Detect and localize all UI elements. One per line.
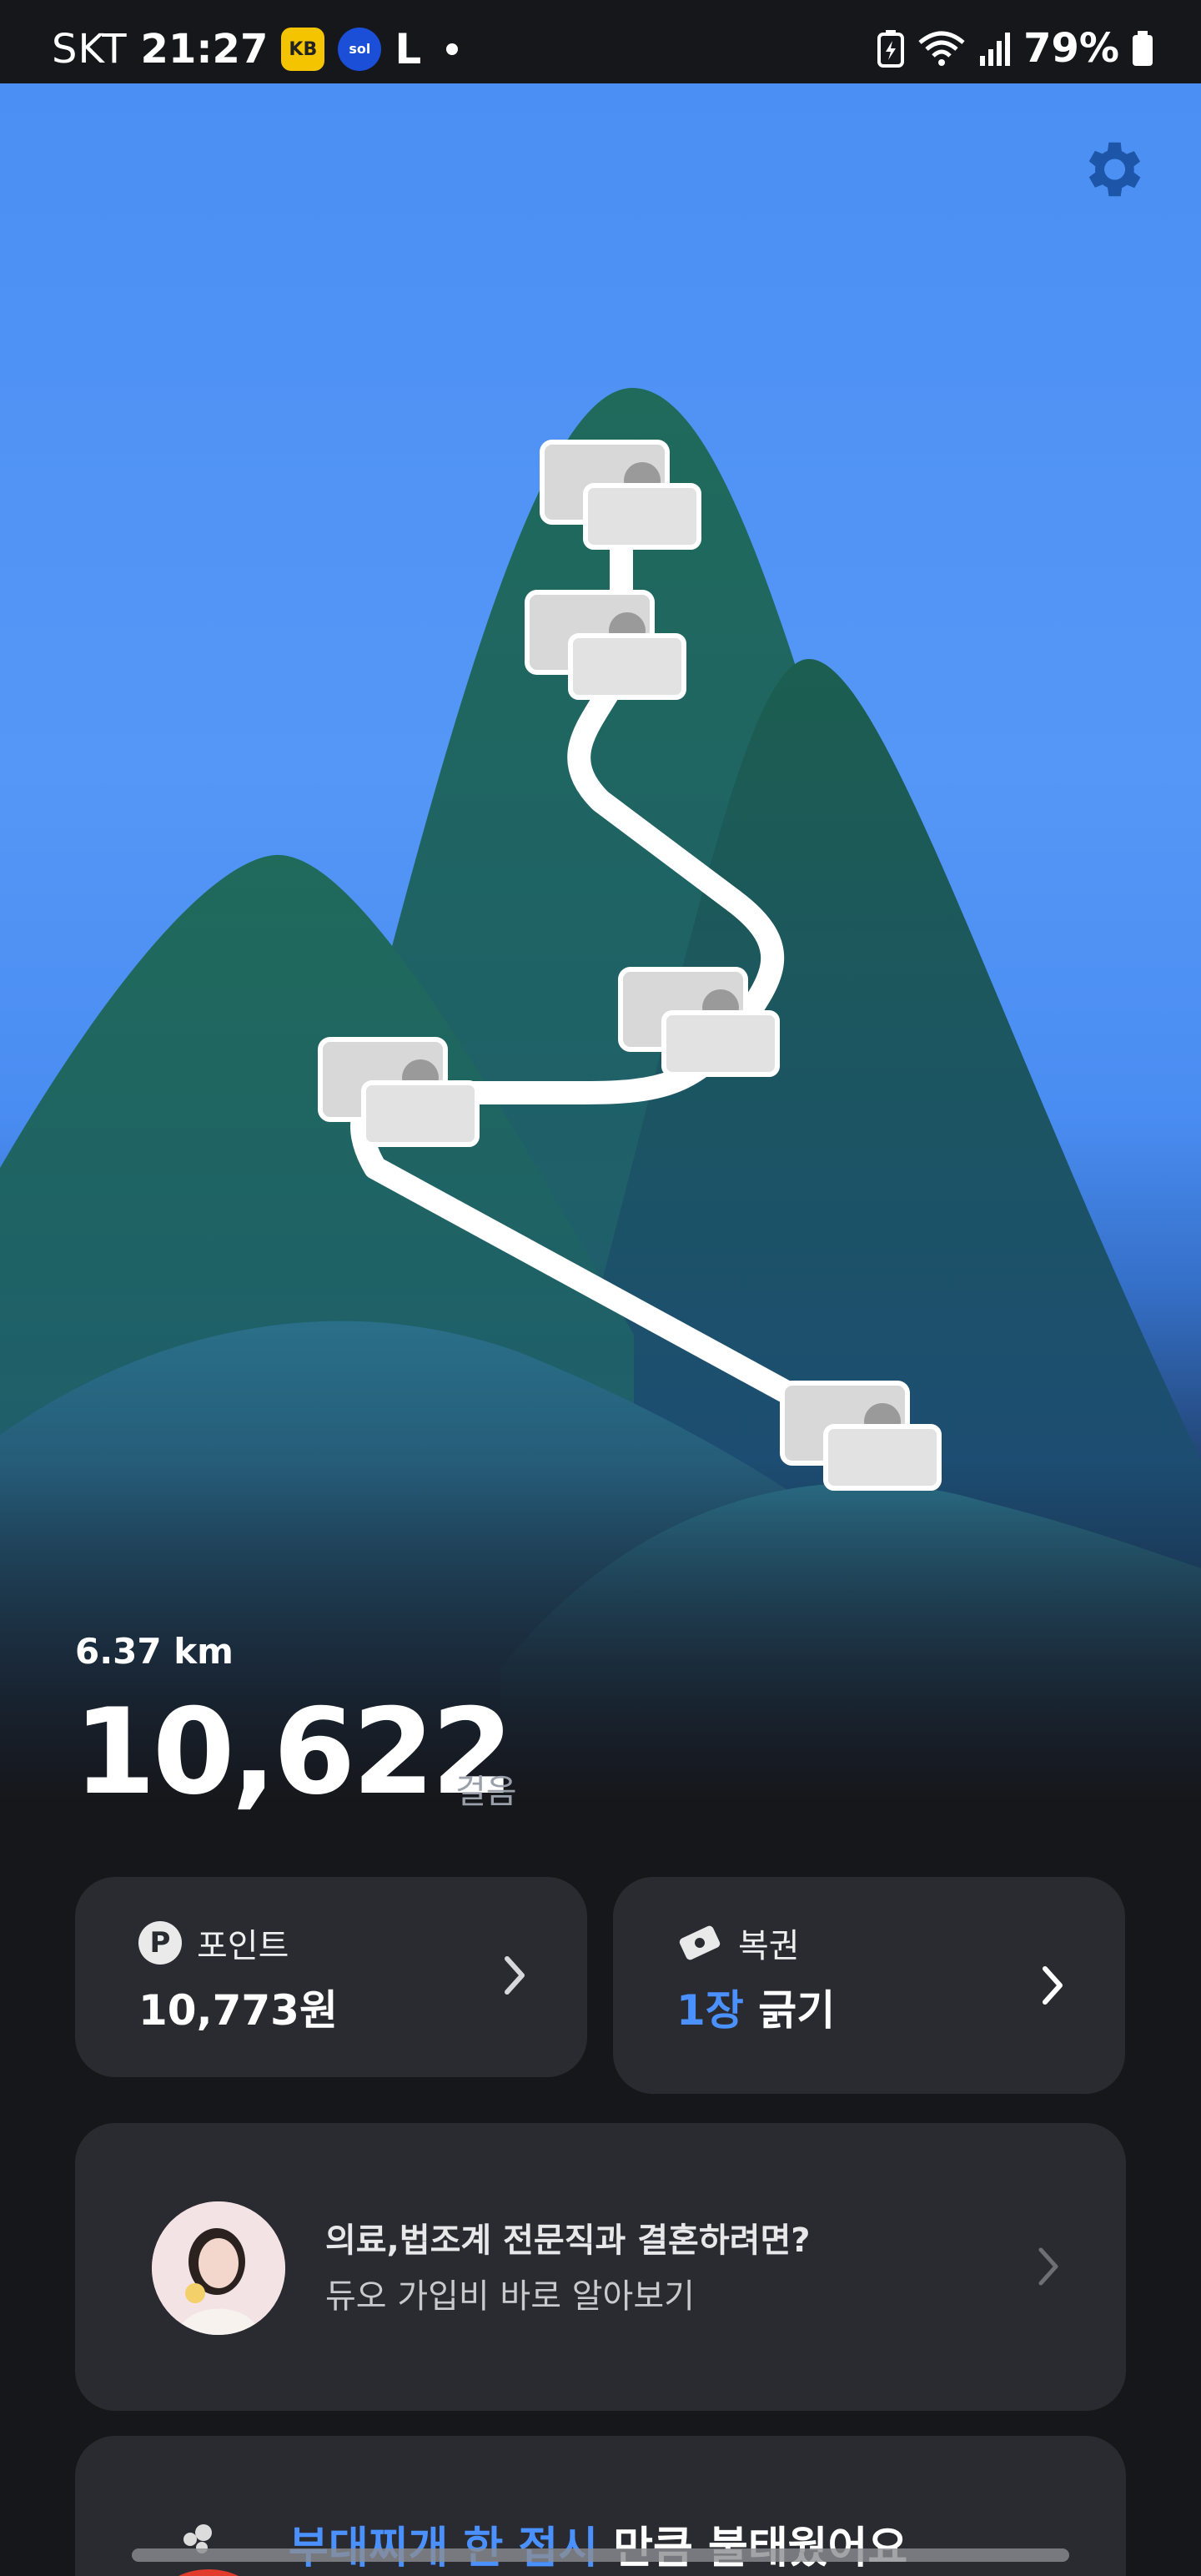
calorie-burn-message: 부대찌개 한 접시 만큼 불태웠어요 [289, 2513, 907, 2575]
battery-icon [1133, 31, 1153, 66]
signal-icon [980, 33, 1011, 66]
lottery-label: 복권 [738, 1927, 800, 1965]
status-bar: SKT 21:27 KB sol L 79% [0, 0, 1201, 83]
lottery-value: 1장 긁기 [676, 1977, 835, 2037]
points-value: 10,773원 [138, 1986, 338, 2035]
mountain-illustration [0, 387, 1201, 1802]
more-notifications-dot-icon [446, 43, 459, 55]
clock: 21:27 [140, 26, 269, 73]
points-p-icon: P [138, 1921, 182, 1965]
points-label-row: P 포인트 [138, 1919, 289, 1967]
stew-pot-icon [178, 2524, 239, 2576]
step-count: 10,622 [73, 1683, 514, 1821]
carrier-label: SKT [52, 26, 128, 73]
lottery-label-row: 복권 [676, 1919, 800, 1967]
status-bar-right: 79% [877, 25, 1154, 72]
chevron-right-icon [1038, 2247, 1058, 2286]
points-card[interactable]: P 포인트 10,773원 [75, 1877, 587, 2077]
gesture-navigation-bar[interactable] [132, 2548, 1069, 2562]
chevron-right-icon [1043, 1966, 1063, 2005]
battery-percent: 79% [1023, 25, 1119, 72]
settings-gear-icon[interactable] [1076, 133, 1148, 205]
l-app-notification-icon: L [394, 25, 422, 73]
ad-avatar-image [152, 2201, 285, 2335]
ad-title: 의료,법조계 전문직과 결혼하려면? [325, 2221, 811, 2260]
distance-label: 6.37 km [75, 1631, 234, 1672]
ad-subtitle: 듀오 가입비 바로 알아보기 [325, 2277, 695, 2316]
hiking-hero [0, 83, 1201, 1802]
ticket-icon [679, 1925, 721, 1960]
kb-app-notification-icon: KB [281, 28, 325, 71]
ad-banner-card[interactable]: 의료,법조계 전문직과 결혼하려면? 듀오 가입비 바로 알아보기 [75, 2123, 1126, 2411]
sol-app-notification-icon: sol [338, 28, 382, 71]
wifi-icon [918, 31, 965, 66]
status-bar-left: SKT 21:27 KB sol L [52, 25, 459, 73]
points-label: 포인트 [197, 1927, 289, 1965]
step-unit-label: 걸음 [455, 1773, 517, 1811]
lottery-action: 긁기 [758, 1986, 836, 2035]
chevron-right-icon [505, 1956, 525, 1995]
battery-saver-icon [877, 30, 905, 68]
lottery-count: 1장 [676, 1986, 744, 2035]
lottery-card[interactable]: 복권 1장 긁기 [613, 1877, 1125, 2094]
